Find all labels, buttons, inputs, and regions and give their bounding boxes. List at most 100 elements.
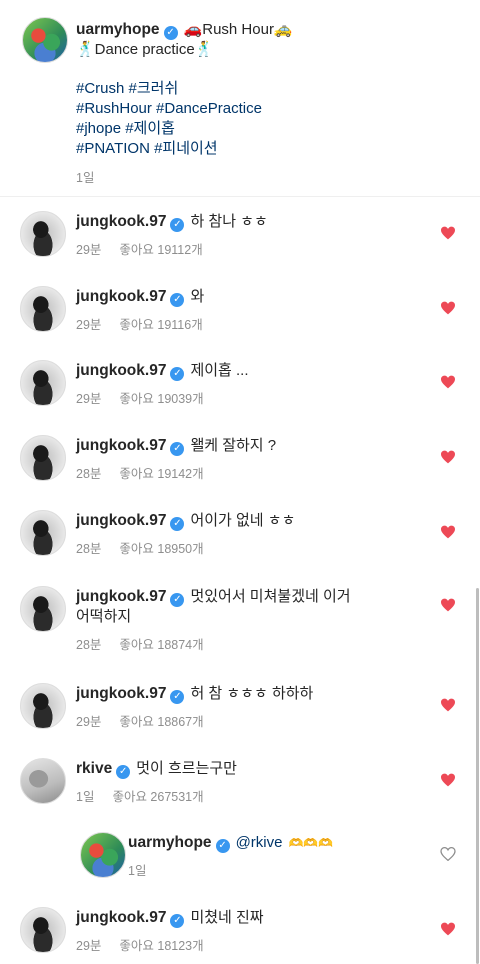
- comment-like-count[interactable]: 좋아요 18874개: [119, 638, 203, 652]
- comment-like-count[interactable]: 좋아요 18123개: [119, 939, 203, 953]
- verified-badge-icon: ✓: [116, 765, 131, 779]
- author-username[interactable]: uarmyhope: [76, 21, 160, 38]
- commenter-username[interactable]: jungkook.97: [76, 685, 166, 702]
- heart-hands-emoji: 🫶🫶🫶: [288, 836, 334, 850]
- verified-badge-icon: ✓: [170, 593, 185, 607]
- commenter-avatar[interactable]: [20, 211, 66, 257]
- commenter-avatar[interactable]: [80, 832, 126, 878]
- comment-line: jungkook.97 ✓ 와: [76, 287, 204, 307]
- heart-filled-icon[interactable]: [440, 301, 456, 315]
- comment-like-count[interactable]: 좋아요 18950개: [119, 542, 203, 556]
- commenter-avatar[interactable]: [20, 683, 66, 729]
- comment-meta: 28분 좋아요 18874개: [76, 634, 222, 653]
- comment-time: 29분: [76, 939, 102, 953]
- heart-filled-icon[interactable]: [440, 375, 456, 389]
- comment-meta: 1일: [128, 860, 164, 879]
- commenter-username[interactable]: uarmyhope: [128, 834, 212, 851]
- comment-time: 29분: [76, 392, 102, 406]
- commenter-avatar[interactable]: [20, 907, 66, 953]
- comment-text: 왤케 잘하지 ?: [190, 437, 277, 454]
- commenter-avatar[interactable]: [20, 510, 66, 556]
- comment-time: 29분: [76, 243, 102, 257]
- comment-meta: 29분 좋아요 18867개: [76, 711, 222, 730]
- comment-text: 하 참나 ㅎㅎ: [190, 213, 268, 230]
- comment-like-count[interactable]: 좋아요 19142개: [119, 467, 203, 481]
- comment-line: jungkook.97 ✓ 하 참나 ㅎㅎ: [76, 212, 268, 232]
- scrollbar[interactable]: [476, 588, 479, 964]
- verified-badge-icon: ✓: [170, 293, 185, 307]
- commenter-username[interactable]: jungkook.97: [76, 588, 166, 605]
- comment-line: jungkook.97 ✓ 허 참 ㅎㅎㅎ 하하하: [76, 684, 313, 704]
- comment-like-count[interactable]: 좋아요 19112개: [119, 243, 202, 257]
- comment-text: 와: [190, 288, 205, 305]
- comment-meta: 29분 좋아요 19112개: [76, 239, 221, 258]
- comment-line: uarmyhope ✓ @rkive 🫶🫶🫶: [128, 833, 333, 853]
- comment-line: jungkook.97 ✓ 제이홉 ...: [76, 361, 249, 381]
- comment-time: 28분: [76, 638, 102, 652]
- commenter-avatar[interactable]: [20, 360, 66, 406]
- commenter-avatar[interactable]: [20, 586, 66, 632]
- heart-filled-icon[interactable]: [440, 773, 456, 787]
- divider: [0, 196, 480, 197]
- comment-text: 멋이 흐르는구만: [136, 760, 237, 777]
- verified-badge-icon: ✓: [170, 914, 185, 928]
- commenter-username[interactable]: jungkook.97: [76, 362, 166, 379]
- commenter-username[interactable]: jungkook.97: [76, 512, 166, 529]
- verified-badge-icon: ✓: [170, 218, 185, 232]
- heart-filled-icon[interactable]: [440, 450, 456, 464]
- comment-meta: 28분 좋아요 19142개: [76, 463, 222, 482]
- mention-link[interactable]: @rkive: [236, 834, 283, 851]
- comment-time: 1일: [76, 790, 95, 804]
- hashtag-line-1[interactable]: #Crush #크러쉬: [76, 79, 178, 99]
- comment-meta: 29분 좋아요 18123개: [76, 935, 222, 954]
- comment-meta: 29분 좋아요 19116개: [76, 314, 221, 333]
- verified-badge-icon: ✓: [163, 26, 178, 40]
- comment-text: 어이가 없네 ㅎㅎ: [190, 512, 296, 529]
- commenter-avatar[interactable]: [20, 286, 66, 332]
- comment-line: jungkook.97 ✓ 왤케 잘하지 ?: [76, 436, 276, 456]
- verified-badge-icon: ✓: [170, 690, 185, 704]
- verified-badge-icon: ✓: [170, 517, 185, 531]
- caption-header-line: uarmyhope ✓ 🚗Rush Hour🚕: [76, 20, 293, 40]
- comment-time: 29분: [76, 715, 102, 729]
- heart-filled-icon[interactable]: [440, 922, 456, 936]
- commenter-username[interactable]: rkive: [76, 760, 112, 777]
- comment-time: 28분: [76, 542, 102, 556]
- comment-like-count[interactable]: 좋아요 267531개: [112, 790, 203, 804]
- commenter-username[interactable]: jungkook.97: [76, 909, 166, 926]
- heart-filled-icon[interactable]: [440, 226, 456, 240]
- post-caption: uarmyhope ✓ 🚗Rush Hour🚕 🕺Dance practice🕺 #…: [0, 0, 480, 196]
- hashtag-line-2[interactable]: #RushHour #DancePractice: [76, 99, 262, 119]
- author-avatar[interactable]: [22, 17, 68, 63]
- caption-subtitle: 🕺Dance practice🕺: [76, 41, 214, 58]
- comment-like-count[interactable]: 좋아요 19116개: [119, 318, 202, 332]
- caption-title: 🚗Rush Hour🚕: [183, 21, 293, 38]
- comment-like-count[interactable]: 좋아요 19039개: [119, 392, 203, 406]
- hashtag-line-3[interactable]: #jhope #제이홉: [76, 119, 175, 139]
- comment-time: 29분: [76, 318, 102, 332]
- verified-badge-icon: ✓: [170, 367, 185, 381]
- hashtag-line-4[interactable]: #PNATION #피네이션: [76, 139, 218, 159]
- comment-text-continued: 어떡하지: [76, 608, 132, 625]
- commenter-avatar[interactable]: [20, 435, 66, 481]
- verified-badge-icon: ✓: [170, 442, 185, 456]
- comment-meta: 28분 좋아요 18950개: [76, 538, 222, 557]
- heart-filled-icon[interactable]: [440, 698, 456, 712]
- heart-filled-icon[interactable]: [440, 598, 456, 612]
- comment-time: 28분: [76, 467, 102, 481]
- comment-line: jungkook.97 ✓ 미쳤네 진짜: [76, 908, 264, 928]
- comment-like-count[interactable]: 좋아요 18867개: [119, 715, 203, 729]
- comment-meta: 1일 좋아요 267531개: [76, 786, 222, 805]
- commenter-username[interactable]: jungkook.97: [76, 213, 166, 230]
- comment-time: 1일: [128, 864, 147, 878]
- heart-filled-icon[interactable]: [440, 525, 456, 539]
- commenter-avatar[interactable]: [20, 758, 66, 804]
- post-time: 1일: [76, 171, 95, 185]
- comment-text: 제이홉 ...: [190, 362, 249, 379]
- heart-outline-icon[interactable]: [440, 847, 456, 861]
- comment-line: rkive ✓ 멋이 흐르는구만: [76, 759, 237, 779]
- commenter-username[interactable]: jungkook.97: [76, 288, 166, 305]
- commenter-username[interactable]: jungkook.97: [76, 437, 166, 454]
- comment-line: jungkook.97 ✓ 멋있어서 미쳐불겠네 이거: [76, 587, 351, 607]
- comment-line: jungkook.97 ✓ 어이가 없네 ㅎㅎ: [76, 511, 295, 531]
